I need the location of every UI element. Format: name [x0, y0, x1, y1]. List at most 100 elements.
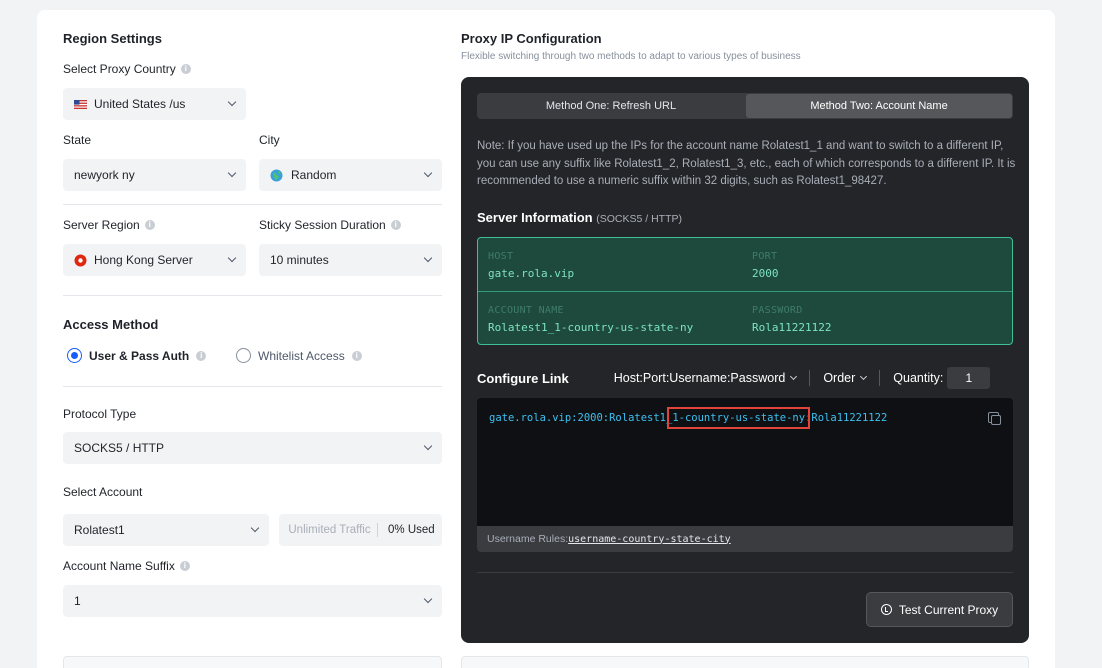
format-select[interactable]: Host:Port:Username:Password — [613, 371, 798, 385]
divider — [63, 295, 442, 296]
region-settings-title: Region Settings — [63, 31, 162, 46]
server-region-value: Hong Kong Server — [94, 253, 193, 267]
username-rules-value: username-country-state-city — [568, 533, 731, 545]
link-highlight: 1-country-us-state-ny — [667, 407, 811, 429]
account-label: Select Account — [63, 485, 143, 499]
main-card: Region Settings Select Proxy Country i U… — [37, 10, 1055, 668]
sticky-session-select[interactable]: 10 minutes — [259, 244, 442, 276]
server-info-title: Server Information (SOCKS5 / HTTP) — [477, 210, 682, 225]
info-icon[interactable]: i — [390, 220, 401, 230]
test-proxy-button[interactable]: Test Current Proxy — [866, 592, 1013, 627]
port-key: PORT — [752, 251, 778, 262]
proxy-dark-panel: Method One: Refresh URL Method Two: Acco… — [461, 77, 1029, 643]
port-value[interactable]: 2000 — [752, 267, 779, 280]
link-prefix: gate.rola.vip:2000:Rolatest1_ — [489, 412, 673, 424]
order-label: Order — [823, 371, 856, 385]
radio-user-pass-label: User & Pass Auth — [89, 348, 190, 363]
chevron-down-icon — [423, 168, 433, 178]
radio-user-pass[interactable]: User & Pass Auth i — [67, 348, 207, 363]
state-value: newyork ny — [74, 168, 135, 182]
password-key: PASSWORD — [752, 305, 803, 316]
chevron-down-icon — [227, 253, 237, 263]
quantity-input[interactable]: 1 — [947, 367, 991, 389]
quantity-label: Quantity: — [893, 371, 944, 385]
proxy-config-subtitle: Flexible switching through two methods t… — [461, 51, 801, 62]
link-suffix: :Rola11221122 — [805, 412, 888, 424]
server-info-box: HOST gate.rola.vip PORT 2000 ACCOUNT NAM… — [477, 237, 1013, 345]
server-region-label-text: Server Region — [63, 218, 140, 232]
chevron-down-icon — [250, 523, 260, 533]
traffic-label: Unlimited Traffic — [288, 524, 371, 536]
radio-whitelist[interactable]: Whitelist Access i — [236, 348, 362, 363]
state-select[interactable]: newyork ny — [63, 159, 246, 191]
server-info-title-text: Server Information — [477, 210, 593, 225]
timer-icon — [880, 604, 892, 615]
format-value: Host:Port:Username:Password — [613, 371, 786, 385]
chevron-down-icon — [227, 97, 237, 107]
protocol-select[interactable]: SOCKS5 / HTTP — [63, 432, 442, 464]
suffix-label-text: Account Name Suffix — [63, 559, 175, 573]
radio-whitelist-label: Whitelist Access — [258, 348, 345, 363]
country-label-text: Select Proxy Country — [63, 62, 176, 76]
server-region-select[interactable]: Hong Kong Server — [63, 244, 246, 276]
radio-unselected-icon[interactable] — [236, 348, 251, 363]
bottom-panel-right — [461, 656, 1029, 668]
info-icon[interactable]: i — [144, 220, 155, 230]
hong-kong-flag-icon — [74, 254, 87, 266]
configure-link-row: Configure Link Host:Port:Username:Passwo… — [477, 366, 1013, 390]
protocol-label: Protocol Type — [63, 407, 137, 421]
link-output-text[interactable]: gate.rola.vip:2000:Rolatest1_1-country-u… — [489, 407, 888, 429]
tab-account-name[interactable]: Method Two: Account Name — [746, 94, 1012, 118]
account-name-key: ACCOUNT NAME — [488, 305, 564, 316]
country-label: Select Proxy Country i — [63, 62, 191, 76]
chevron-down-icon — [860, 372, 868, 381]
info-icon[interactable]: i — [180, 64, 191, 74]
us-flag-icon — [74, 99, 87, 109]
country-select[interactable]: United States /us — [63, 88, 246, 120]
account-value: Rolatest1 — [74, 523, 125, 537]
traffic-used: 0% Used — [388, 524, 435, 536]
configure-link-title: Configure Link — [477, 370, 569, 386]
proxy-config-title: Proxy IP Configuration — [461, 31, 602, 46]
info-icon[interactable]: i — [196, 350, 207, 361]
access-method-title: Access Method — [63, 317, 159, 332]
city-label: City — [259, 133, 280, 147]
server-box-divider — [478, 291, 1012, 292]
sticky-session-label: Sticky Session Duration i — [259, 218, 401, 232]
username-rules-bar: Username Rules: username-country-state-c… — [477, 526, 1013, 552]
method-tabs: Method One: Refresh URL Method Two: Acco… — [477, 93, 1013, 119]
globe-icon — [270, 169, 283, 181]
chevron-down-icon — [423, 253, 433, 263]
host-key: HOST — [488, 251, 514, 262]
suffix-label: Account Name Suffix i — [63, 559, 190, 573]
divider — [63, 204, 442, 205]
account-name-value[interactable]: Rolatest1_1-country-us-state-ny — [488, 321, 693, 334]
sticky-session-label-text: Sticky Session Duration — [259, 218, 386, 232]
city-select[interactable]: Random — [259, 159, 442, 191]
suffix-value: 1 — [74, 594, 81, 608]
server-info-subtitle: (SOCKS5 / HTTP) — [596, 213, 682, 225]
chevron-down-icon — [423, 441, 433, 451]
username-rules-label: Username Rules: — [487, 533, 569, 545]
sticky-session-value: 10 minutes — [270, 253, 329, 267]
info-icon[interactable]: i — [351, 350, 362, 361]
info-icon[interactable]: i — [179, 561, 190, 571]
radio-selected-icon[interactable] — [67, 348, 82, 363]
city-value: Random — [291, 168, 337, 182]
protocol-value: SOCKS5 / HTTP — [74, 441, 165, 455]
country-value: United States /us — [94, 97, 186, 111]
server-region-label: Server Region i — [63, 218, 155, 232]
separator — [879, 370, 881, 386]
password-value[interactable]: Rola11221122 — [752, 321, 831, 334]
traffic-badge: Unlimited Traffic 0% Used — [279, 514, 442, 546]
account-select[interactable]: Rolatest1 — [63, 514, 269, 546]
suffix-select[interactable]: 1 — [63, 585, 442, 617]
tab-refresh-url[interactable]: Method One: Refresh URL — [478, 94, 744, 118]
chevron-down-icon — [227, 168, 237, 178]
copy-icon[interactable] — [988, 412, 1001, 425]
chevron-down-icon — [423, 594, 433, 604]
test-proxy-button-label: Test Current Proxy — [898, 602, 999, 617]
state-label: State — [63, 133, 92, 147]
order-select[interactable]: Order — [823, 371, 868, 385]
host-value[interactable]: gate.rola.vip — [488, 267, 574, 280]
